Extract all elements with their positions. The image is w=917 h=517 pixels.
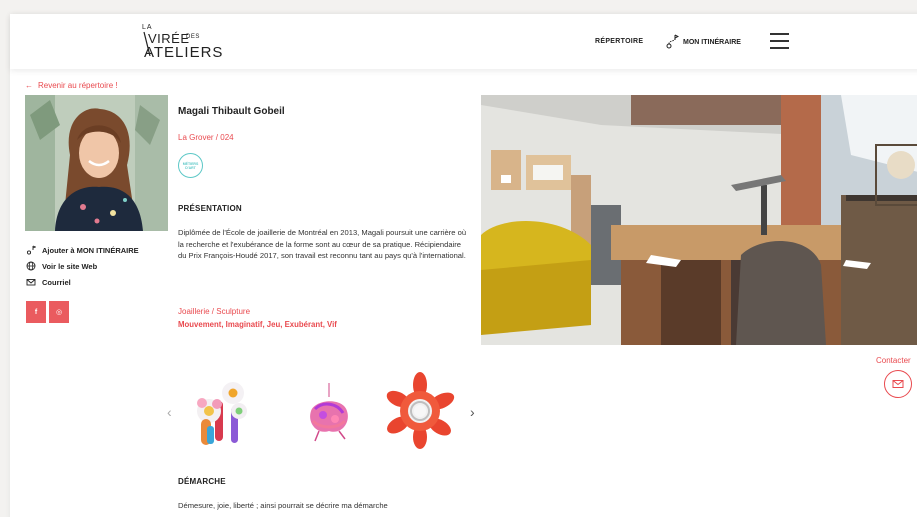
social-links: f ◎ [26, 301, 69, 323]
presentation-title: PRÉSENTATION [178, 204, 242, 213]
mail-icon [26, 277, 36, 287]
logo-line3: ATELIERS [144, 44, 224, 61]
demarche-text: Démesure, joie, liberté ; ainsi pourrait… [178, 501, 388, 510]
artist-portrait [25, 95, 168, 231]
hamburger-icon[interactable] [770, 33, 789, 49]
demarche-title: DÉMARCHE [178, 477, 226, 486]
studio-photo [481, 95, 917, 345]
email-label: Courriel [42, 277, 71, 287]
back-to-directory-link[interactable]: ← Revenir au répertoire ! [25, 81, 118, 90]
itinerary-icon [666, 34, 679, 49]
logo-line2-small: DES [186, 34, 200, 40]
site-logo[interactable]: LA VIRÉE DES ATELIERS [140, 22, 224, 62]
arrow-left-icon: ← [25, 81, 33, 90]
contact-label: Contacter [876, 356, 911, 365]
page: LA VIRÉE DES ATELIERS RÉPERTOIRE MON ITI… [10, 14, 917, 517]
email-link[interactable]: Courriel [26, 274, 139, 290]
visit-website-link[interactable]: Voir le site Web [26, 258, 139, 274]
contact-button[interactable] [884, 370, 912, 398]
add-to-itinerary-button[interactable]: Ajouter à MON ITINÉRAIRE [26, 242, 139, 258]
gallery-image-1[interactable] [187, 371, 259, 451]
logo-line1: LA [142, 24, 153, 31]
gallery-image-2[interactable] [293, 371, 365, 451]
visit-website-label: Voir le site Web [42, 261, 98, 271]
instagram-icon[interactable]: ◎ [49, 301, 69, 323]
itinerary-icon [26, 245, 36, 255]
back-link-label: Revenir au répertoire ! [38, 81, 118, 90]
metiers-art-badge: MÉTIERS D'ART [178, 153, 203, 178]
facebook-icon[interactable]: f [26, 301, 46, 323]
add-to-itinerary-label: Ajouter à MON ITINÉRAIRE [42, 245, 139, 255]
nav-repertoire-link[interactable]: RÉPERTOIRE [595, 38, 643, 45]
nav-itinerary-link[interactable]: MON ITINÉRAIRE [665, 34, 741, 50]
artist-name: Magali Thibault Gobeil [178, 106, 285, 117]
artist-tags: Mouvement, Imaginatif, Jeu, Exubérant, V… [178, 320, 337, 329]
artist-location: La Grover / 024 [178, 133, 234, 142]
presentation-text: Diplômée de l'École de joaillerie de Mon… [178, 228, 467, 260]
globe-icon [26, 261, 36, 271]
mail-icon [892, 380, 904, 388]
gallery-next-button[interactable]: › [470, 404, 475, 420]
artist-actions: Ajouter à MON ITINÉRAIRE Voir le site We… [26, 242, 139, 290]
site-header: LA VIRÉE DES ATELIERS RÉPERTOIRE MON ITI… [10, 14, 917, 69]
disciplines-link[interactable]: Joaillerie / Sculpture [178, 307, 250, 316]
gallery-prev-button[interactable]: ‹ [167, 404, 172, 420]
nav-itinerary-label: MON ITINÉRAIRE [683, 38, 741, 46]
gallery-image-3[interactable] [384, 371, 456, 451]
